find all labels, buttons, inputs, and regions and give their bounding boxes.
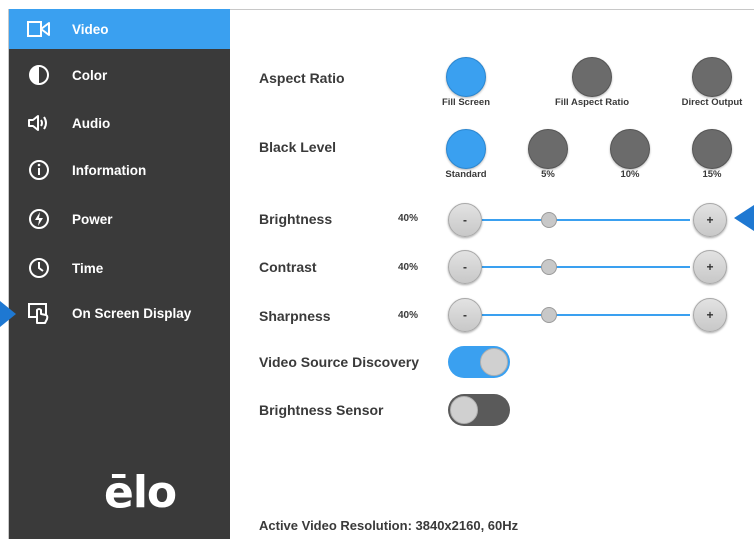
sidebar-item-time[interactable]: Time: [9, 248, 230, 288]
brightness-sensor-toggle[interactable]: [448, 394, 510, 426]
black-level-option-label: Standard: [445, 169, 487, 180]
sidebar-item-audio[interactable]: Audio: [9, 103, 230, 143]
elo-logo: ēlo: [104, 467, 177, 518]
contrast-icon: [26, 62, 52, 88]
aspect-ratio-label: Aspect Ratio: [259, 70, 345, 86]
aspect-fill-screen-button[interactable]: [446, 57, 486, 97]
pointer-arrow-left-icon: [0, 301, 16, 327]
sidebar-item-label: Time: [72, 260, 104, 276]
toggle-knob: [480, 348, 508, 376]
sharpness-slider-thumb[interactable]: [540, 307, 557, 323]
sharpness-value: 40%: [398, 310, 419, 321]
power-icon: [26, 206, 52, 232]
sidebar-item-power[interactable]: Power: [9, 199, 230, 239]
aspect-fill-aspect-ratio-button[interactable]: [572, 57, 612, 97]
black-level-label: Black Level: [259, 139, 337, 155]
contrast-minus-button[interactable]: -: [448, 250, 482, 284]
brightness-minus-button[interactable]: -: [448, 203, 482, 237]
black-level-option-label: 5%: [541, 169, 555, 180]
contrast-value: 40%: [398, 262, 419, 273]
black-level-15-button[interactable]: [692, 129, 732, 169]
sharpness-label: Sharpness: [259, 308, 331, 324]
video-source-discovery-label: Video Source Discovery: [259, 354, 420, 370]
sidebar-item-information[interactable]: Information: [9, 150, 230, 190]
sidebar-item-color[interactable]: Color: [9, 55, 230, 95]
video-camera-icon: [26, 16, 52, 42]
black-level-standard-button[interactable]: [446, 129, 486, 169]
black-level-option-label: 10%: [620, 169, 640, 180]
sharpness-plus-button[interactable]: +: [693, 298, 727, 332]
aspect-direct-output-button[interactable]: [692, 57, 732, 97]
sidebar-item-label: Color: [72, 67, 108, 83]
sidebar-item-label: Audio: [72, 115, 111, 131]
sidebar: Video Color Audio Information Power Time: [9, 9, 230, 539]
aspect-option-label: Fill Aspect Ratio: [554, 97, 630, 108]
brightness-slider-thumb[interactable]: [540, 212, 557, 228]
aspect-option-label: Fill Screen: [441, 97, 491, 108]
osd-touch-icon: [26, 300, 52, 326]
brightness-value: 40%: [398, 213, 419, 224]
pointer-arrow-right-icon: [734, 205, 754, 231]
black-level-10-button[interactable]: [610, 129, 650, 169]
contrast-slider-thumb[interactable]: [540, 259, 557, 275]
sidebar-item-on-screen-display[interactable]: On Screen Display: [9, 293, 230, 333]
black-level-option-label: 15%: [702, 169, 722, 180]
info-icon: [26, 157, 52, 183]
sidebar-item-video[interactable]: Video: [9, 9, 230, 49]
toggle-knob: [450, 396, 478, 424]
sidebar-item-label: Video: [72, 21, 109, 37]
contrast-slider-track[interactable]: [482, 266, 690, 268]
sidebar-item-label: On Screen Display: [72, 305, 192, 321]
sidebar-item-label: Information: [72, 162, 147, 178]
brightness-slider-track[interactable]: [482, 219, 690, 221]
black-level-5-button[interactable]: [528, 129, 568, 169]
brightness-label: Brightness: [259, 211, 333, 227]
brightness-plus-button[interactable]: +: [693, 203, 727, 237]
sharpness-slider-track[interactable]: [482, 314, 690, 316]
sharpness-minus-button[interactable]: -: [448, 298, 482, 332]
active-video-resolution: Active Video Resolution: 3840x2160, 60Hz: [259, 518, 519, 533]
video-source-discovery-toggle[interactable]: [448, 346, 510, 378]
contrast-label: Contrast: [259, 259, 317, 275]
contrast-plus-button[interactable]: +: [693, 250, 727, 284]
brightness-sensor-label: Brightness Sensor: [259, 402, 384, 418]
speaker-icon: [26, 110, 52, 136]
sidebar-item-label: Power: [72, 211, 113, 227]
aspect-option-label: Direct Output: [681, 97, 743, 108]
clock-icon: [26, 255, 52, 281]
frame-border-top: [230, 9, 754, 10]
